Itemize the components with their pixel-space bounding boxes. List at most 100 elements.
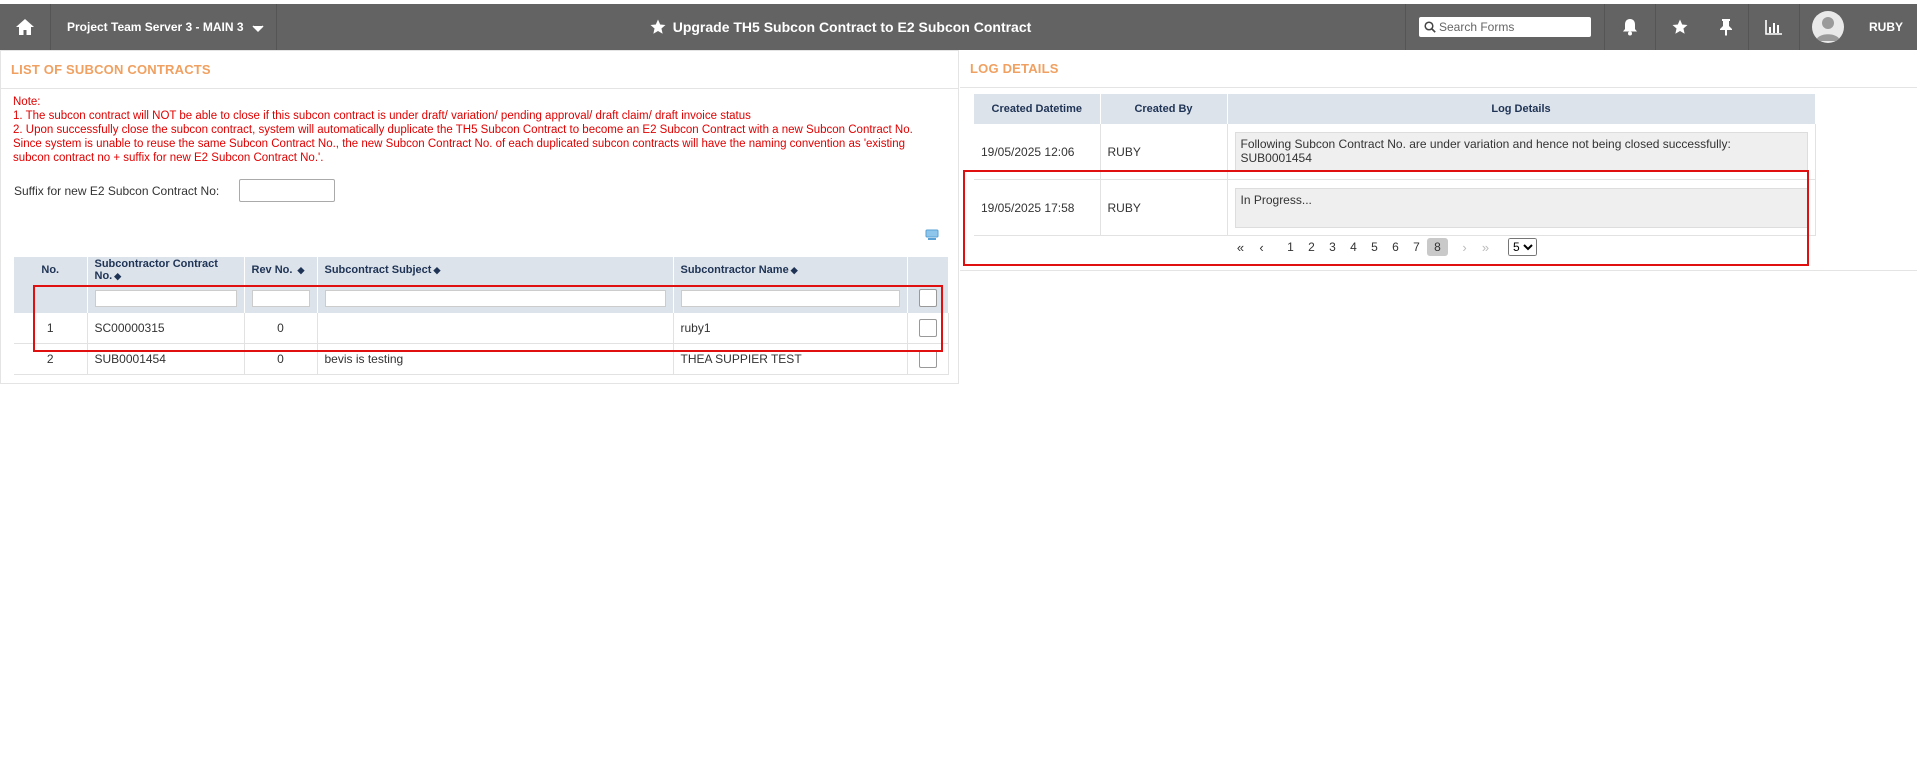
subcon-contracts-table: No. Subcontractor Contract No. ◆ Rev No. …	[14, 257, 949, 375]
filter-name-input[interactable]	[680, 289, 900, 307]
filter-contract-no-input[interactable]	[94, 289, 237, 307]
next-page-icon[interactable]: ›	[1454, 240, 1475, 255]
note-text: Note: 1. The subcon contract will NOT be…	[13, 95, 943, 165]
note-line-2: 2. Upon successfully close the subcon co…	[13, 124, 913, 164]
cell-select	[907, 313, 949, 344]
home-icon	[16, 19, 34, 35]
pagination: « ‹ 1 2 3 4 5 6 7 8 › » 5	[1230, 238, 1537, 256]
star-icon[interactable]	[1671, 18, 1689, 36]
export-icon	[925, 229, 939, 240]
cell-select	[907, 343, 949, 375]
cell-created-datetime: 19/05/2025 12:06	[974, 124, 1101, 180]
favorites-group	[1655, 4, 1748, 50]
col-header-log-details: Log Details	[1227, 94, 1816, 124]
search-icon	[1424, 21, 1436, 33]
filter-cell	[673, 283, 908, 313]
filter-subject-input[interactable]	[324, 289, 666, 307]
panel-title: LOG DETAILS	[960, 50, 1917, 88]
row-checkbox[interactable]	[918, 350, 937, 368]
sort-icon[interactable]: ◆	[433, 265, 440, 275]
cell-log-details: In Progress...	[1227, 179, 1816, 236]
page-link[interactable]: 2	[1301, 240, 1322, 254]
chart-icon	[1765, 20, 1782, 35]
sort-icon[interactable]: ◆	[114, 271, 121, 281]
topbar-right: RUBY	[1405, 4, 1917, 50]
cell-no: 2	[14, 343, 88, 375]
sort-icon[interactable]: ◆	[791, 265, 798, 275]
note-line-1: 1. The subcon contract will NOT be able …	[13, 110, 751, 122]
page-size-select[interactable]: 5	[1508, 238, 1537, 256]
log-text: Following Subcon Contract No. are under …	[1234, 131, 1808, 172]
chevron-down-icon	[251, 25, 264, 33]
cell-created-by: RUBY	[1100, 179, 1228, 236]
subcon-contracts-panel: LIST OF SUBCON CONTRACTS Note: 1. The su…	[0, 50, 959, 384]
prev-page-icon[interactable]: ‹	[1251, 240, 1272, 255]
filter-cell	[14, 283, 88, 313]
table-row[interactable]: 1 SC00000315 0 ruby1	[14, 313, 949, 344]
page-link-current[interactable]: 8	[1427, 238, 1448, 256]
cell-subject: bevis is testing	[317, 343, 674, 375]
home-button[interactable]	[0, 4, 51, 50]
cell-created-datetime: 19/05/2025 17:58	[974, 179, 1101, 236]
cell-subcontractor-name: ruby1	[673, 313, 908, 344]
page-title: Upgrade TH5 Subcon Contract to E2 Subcon…	[640, 4, 1040, 50]
page-link[interactable]: 7	[1406, 240, 1427, 254]
page-title-text: Upgrade TH5 Subcon Contract to E2 Subcon…	[672, 19, 1032, 35]
select-all-checkbox[interactable]	[918, 289, 937, 307]
log-details-panel: LOG DETAILS Created Datetime Created By …	[960, 50, 1917, 271]
table-header-row: No. Subcontractor Contract No. ◆ Rev No. …	[14, 257, 949, 283]
star-icon[interactable]	[649, 18, 667, 36]
cell-subcontractor-name: THEA SUPPIER TEST	[673, 343, 908, 375]
filter-cell	[87, 283, 245, 313]
user-avatar-button[interactable]	[1799, 4, 1855, 50]
page-link[interactable]: 5	[1364, 240, 1385, 254]
col-header-contract-no[interactable]: Subcontractor Contract No. ◆	[87, 257, 245, 283]
table-header-row: Created Datetime Created By Log Details	[974, 94, 1816, 124]
suffix-label: Suffix for new E2 Subcon Contract No:	[14, 184, 220, 198]
col-header-subcontractor-name[interactable]: Subcontractor Name ◆	[673, 257, 908, 283]
top-bar: Project Team Server 3 - MAIN 3 Upgrade T…	[0, 4, 1917, 50]
pin-icon[interactable]	[1719, 18, 1733, 36]
filter-cell	[317, 283, 674, 313]
search-input[interactable]	[1436, 20, 1579, 34]
search-box[interactable]	[1419, 17, 1591, 37]
filter-row	[14, 283, 949, 313]
project-name: Project Team Server 3 - MAIN 3	[67, 20, 244, 34]
first-page-icon[interactable]: «	[1230, 240, 1251, 255]
col-header-select	[907, 257, 949, 283]
col-header-subject[interactable]: Subcontract Subject ◆	[317, 257, 674, 283]
user-name[interactable]: RUBY	[1855, 4, 1917, 50]
sort-icon[interactable]: ◆	[298, 265, 305, 275]
page-link[interactable]: 4	[1343, 240, 1364, 254]
last-page-icon[interactable]: »	[1475, 240, 1496, 255]
bell-icon	[1623, 19, 1637, 36]
row-checkbox[interactable]	[918, 319, 937, 337]
cell-rev-no: 0	[244, 343, 318, 375]
cell-contract-no: SUB0001454	[87, 343, 245, 375]
cell-no: 1	[14, 313, 88, 344]
search-area	[1405, 4, 1604, 50]
col-header-created-datetime: Created Datetime	[974, 94, 1101, 124]
page-link[interactable]: 1	[1280, 240, 1301, 254]
table-row[interactable]: 2 SUB0001454 0 bevis is testing THEA SUP…	[14, 343, 949, 375]
cell-created-by: RUBY	[1100, 124, 1228, 180]
reports-button[interactable]	[1748, 4, 1799, 50]
col-header-created-by: Created By	[1100, 94, 1228, 124]
table-row: 19/05/2025 17:58 RUBY In Progress...	[974, 179, 1816, 236]
suffix-input[interactable]	[239, 179, 335, 202]
filter-cell	[907, 283, 949, 313]
project-selector[interactable]: Project Team Server 3 - MAIN 3	[51, 4, 277, 50]
avatar	[1811, 11, 1844, 43]
export-button[interactable]	[925, 229, 939, 244]
page-link[interactable]: 6	[1385, 240, 1406, 254]
col-header-rev-no[interactable]: Rev No. ◆	[244, 257, 318, 283]
filter-rev-no-input[interactable]	[251, 289, 310, 307]
col-header-no: No.	[14, 257, 88, 283]
notifications-button[interactable]	[1604, 4, 1655, 50]
cell-log-details: Following Subcon Contract No. are under …	[1227, 124, 1816, 180]
table-row: 19/05/2025 12:06 RUBY Following Subcon C…	[974, 124, 1816, 180]
panel-title: LIST OF SUBCON CONTRACTS	[1, 51, 958, 89]
cell-contract-no: SC00000315	[87, 313, 245, 344]
cell-rev-no: 0	[244, 313, 318, 344]
page-link[interactable]: 3	[1322, 240, 1343, 254]
